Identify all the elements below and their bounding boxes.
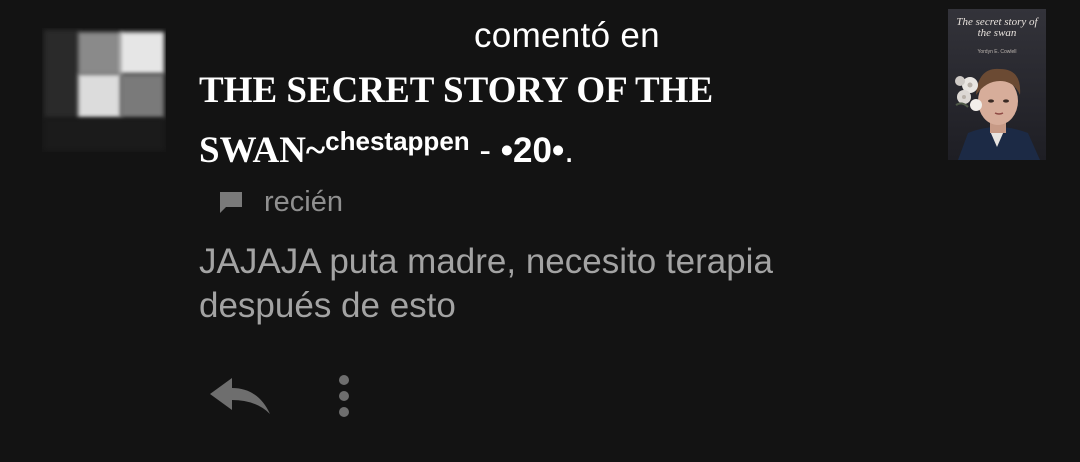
story-title-superscript: chestappen	[325, 126, 470, 156]
reply-button[interactable]	[206, 374, 274, 422]
timestamp: recién	[264, 185, 343, 218]
avatar[interactable]	[42, 28, 166, 152]
story-title-link[interactable]: THE SECRET STORY OF THE SWAN~chestappen …	[199, 66, 919, 176]
notification-meta: recién	[216, 182, 343, 222]
story-title-suffix-post: .	[564, 131, 574, 170]
more-vertical-icon	[339, 375, 349, 417]
reply-icon	[210, 378, 270, 414]
cover-author: Yordyn E. Cowlell	[977, 49, 1017, 55]
notification-item[interactable]: comentó en THE SECRET STORY OF THE SWAN~…	[0, 0, 1080, 462]
cover-title: The secret story of the swan	[956, 16, 1038, 39]
notification-header: comentó en	[474, 16, 660, 55]
story-title-suffix-pre: -	[469, 131, 501, 170]
story-title-chapter: •20•	[500, 131, 565, 170]
comment-text: JAJAJA puta madre, necesito terapia desp…	[199, 242, 773, 325]
more-options-button[interactable]	[326, 370, 362, 426]
comment-icon	[216, 187, 246, 217]
story-cover[interactable]: The secret story of the swan Yordyn E. C…	[948, 9, 1046, 160]
